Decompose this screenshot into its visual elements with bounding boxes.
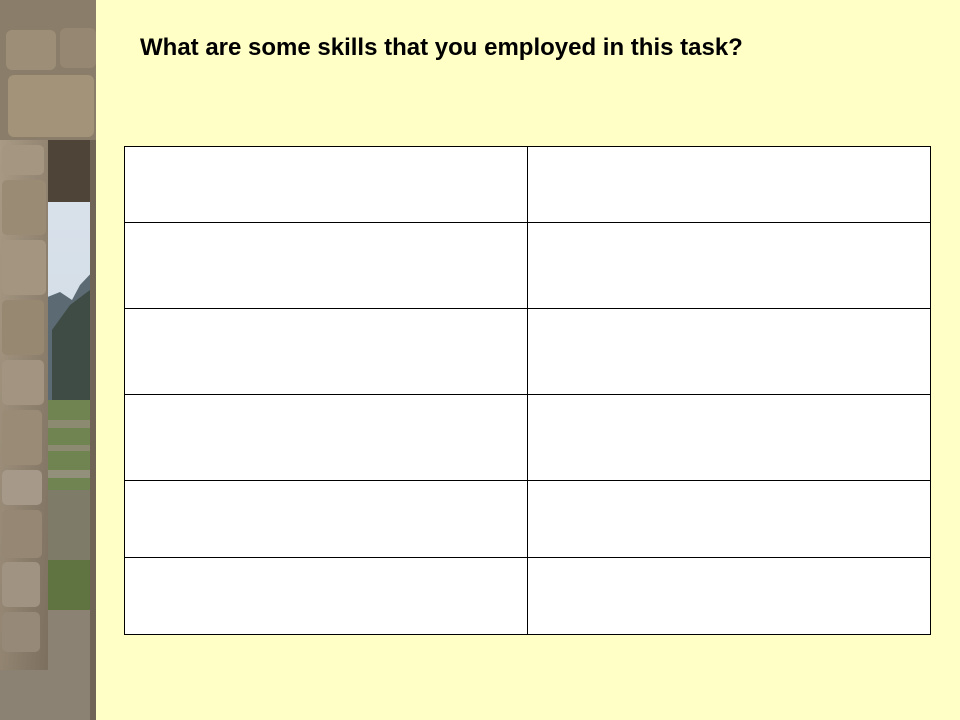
table-row [124,394,931,481]
table-cell[interactable] [527,557,931,635]
table-cell[interactable] [124,308,528,395]
table-cell[interactable] [527,308,931,395]
table-cell[interactable] [124,480,528,558]
slide-content: What are some skills that you employed i… [96,0,960,720]
table-cell[interactable] [527,222,931,309]
table-row [124,308,931,395]
skills-table [124,146,931,635]
table-cell[interactable] [527,480,931,558]
table-cell[interactable] [124,146,528,223]
slide-title: What are some skills that you employed i… [140,34,743,61]
table-cell[interactable] [124,557,528,635]
stone-doorway-photo [0,0,96,720]
slide: What are some skills that you employed i… [0,0,960,720]
table-cell[interactable] [124,394,528,481]
table-cell[interactable] [527,146,931,223]
table-row [124,146,931,223]
table-cell[interactable] [124,222,528,309]
table-row [124,480,931,558]
table-row [124,222,931,309]
table-row [124,557,931,635]
table-cell[interactable] [527,394,931,481]
